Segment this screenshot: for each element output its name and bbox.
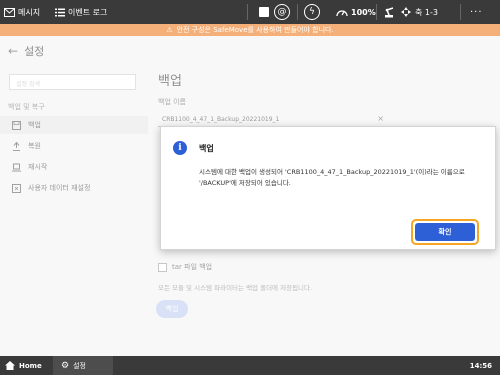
jog-axis-indicator[interactable]: 축 1-3 [383,0,438,24]
robot-arm-icon [385,7,394,18]
ok-button-label: 확인 [415,223,475,241]
stop-icon[interactable] [259,7,269,17]
power-icon[interactable]: ϟ [304,4,320,20]
home-label: Home [19,361,42,370]
event-log-button[interactable]: 이벤트 로그 [55,0,107,24]
safety-warning-banner: ⚠ 안전 구성은 SafeMove를 사용하여 만들어야 합니다. [0,24,500,36]
messages-button[interactable]: 메시지 [4,0,40,24]
ok-button[interactable]: 확인 [411,219,479,245]
warning-icon: ⚠ [166,26,173,34]
settings-label: 설정 [73,361,86,370]
info-icon: i [173,141,187,155]
taskbar: Home ⚙ 설정 14:56 [0,356,500,375]
move-icon [401,7,411,17]
clock: 14:56 [469,361,492,370]
home-icon [5,361,15,370]
dialog-message: 시스템에 대한 백업이 생성되어 'CRB1100_4_47_1_Backup_… [199,168,465,187]
list-icon [55,8,65,16]
speedometer-icon [336,10,348,17]
dialog-title: 백업 [199,144,214,153]
home-button[interactable]: Home [0,356,53,375]
messages-label: 메시지 [18,7,41,17]
settings-tab[interactable]: ⚙ 설정 [53,356,113,375]
more-menu-button[interactable]: ··· [470,0,483,24]
speed-indicator[interactable]: 100% [336,0,376,24]
banner-text: 안전 구성은 SafeMove를 사용하여 만들어야 합니다. [176,26,334,34]
divider [297,4,298,20]
mail-icon [4,7,15,17]
event-log-label: 이벤트 로그 [68,7,108,17]
divider [460,4,461,20]
status-bar: 메시지 이벤트 로그 @ ϟ 100% 축 1-3 ··· [0,0,500,24]
speed-value: 100% [351,7,376,17]
axis-label: 축 1-3 [415,7,438,17]
motors-icon[interactable]: @ [274,4,290,20]
divider [376,4,377,20]
divider [247,4,248,20]
backup-complete-dialog: i 백업 시스템에 대한 백업이 생성되어 'CRB1100_4_47_1_Ba… [160,126,496,250]
gear-icon: ⚙ [61,360,70,371]
